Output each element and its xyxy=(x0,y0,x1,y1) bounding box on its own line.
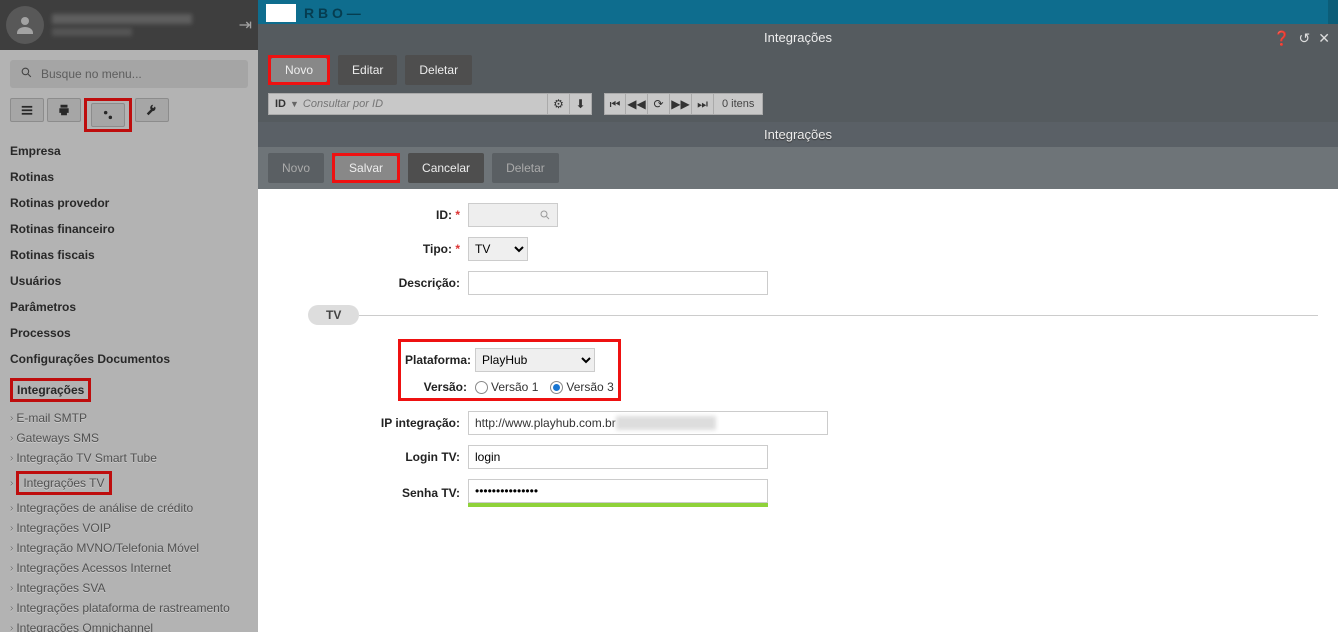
menu-search[interactable] xyxy=(10,60,248,88)
tipo-label: Tipo: * xyxy=(278,242,468,256)
senha-input[interactable] xyxy=(468,479,768,503)
chevron-right-icon: › xyxy=(10,433,13,444)
history-icon[interactable]: ↺ xyxy=(1299,30,1311,47)
highlight-plataforma-versao: Plataforma: PlayHub Versão: Versão 1 Ver… xyxy=(398,339,621,401)
brand-text: R B O — xyxy=(304,5,361,21)
sub-tv-smart-tube[interactable]: ›Integração TV Smart Tube xyxy=(0,448,258,468)
chevron-right-icon: › xyxy=(10,478,13,489)
sub-analise-credito[interactable]: ›Integrações de análise de crédito xyxy=(0,498,258,518)
chevron-right-icon: › xyxy=(10,413,13,424)
nav-usuarios[interactable]: Usuários xyxy=(0,268,258,294)
query-download-icon[interactable]: ⬇ xyxy=(570,93,592,115)
panel-title: Integrações xyxy=(258,24,1338,51)
senha-label: Senha TV: xyxy=(278,486,468,500)
panel-integracoes: Integrações ❓ ↺ ✕ Novo Editar Deletar ID… xyxy=(258,24,1338,632)
query-field-label: ID xyxy=(275,98,286,110)
chevron-right-icon: › xyxy=(10,583,13,594)
chevron-right-icon: › xyxy=(10,563,13,574)
password-strength-bar xyxy=(468,503,768,507)
chevron-right-icon: › xyxy=(10,603,13,614)
id-label: ID: * xyxy=(278,208,468,222)
menu-search-input[interactable] xyxy=(41,67,238,81)
versao-3-radio[interactable]: Versão 3 xyxy=(550,380,613,394)
nav-rotinas[interactable]: Rotinas xyxy=(0,164,258,190)
avatar xyxy=(6,6,44,44)
deletar-button[interactable]: Deletar xyxy=(405,55,472,85)
form-deletar-button: Deletar xyxy=(492,153,559,183)
quick-print-icon[interactable] xyxy=(47,98,81,122)
plataforma-select[interactable]: PlayHub xyxy=(475,348,595,372)
chevron-right-icon: › xyxy=(10,523,13,534)
search-icon xyxy=(20,66,33,82)
tipo-select[interactable]: TV xyxy=(468,237,528,261)
sub-rastreamento[interactable]: ›Integrações plataforma de rastreamento xyxy=(0,598,258,618)
search-icon xyxy=(539,209,551,221)
chevron-right-icon: › xyxy=(10,503,13,514)
quick-list-icon[interactable] xyxy=(10,98,44,122)
user-meta xyxy=(52,14,231,36)
query-settings-icon[interactable]: ⚙ xyxy=(548,93,570,115)
topbar: R B O — xyxy=(258,0,1338,26)
novo-button[interactable]: Novo xyxy=(271,58,327,82)
sub-integracoes-tv[interactable]: ›Integrações TV xyxy=(0,468,258,498)
login-label: Login TV: xyxy=(278,450,468,464)
nav-rotinas-fiscais[interactable]: Rotinas fiscais xyxy=(0,242,258,268)
nav-processos[interactable]: Processos xyxy=(0,320,258,346)
plataforma-label: Plataforma: xyxy=(405,353,475,367)
sub-sva[interactable]: ›Integrações SVA xyxy=(0,578,258,598)
form-salvar-button[interactable]: Salvar xyxy=(335,156,397,180)
brand-logo xyxy=(266,4,296,22)
form-panel: Integrações Novo Salvar Cancelar Deletar… xyxy=(258,122,1338,632)
chevron-down-icon: ▼ xyxy=(290,99,299,109)
login-input[interactable] xyxy=(468,445,768,469)
chevron-right-icon: › xyxy=(10,453,13,464)
sub-acessos-internet[interactable]: ›Integrações Acessos Internet xyxy=(0,558,258,578)
pager-next-icon[interactable]: ▶▶ xyxy=(670,93,692,115)
sub-omnichannel[interactable]: ›Integrações Omnichannel xyxy=(0,618,258,632)
logout-icon[interactable]: ⇥ xyxy=(239,15,252,35)
pager-last-icon[interactable]: ⏭ xyxy=(692,93,714,115)
nav-empresa[interactable]: Empresa xyxy=(0,138,258,164)
pager-first-icon[interactable]: ⏮ xyxy=(604,93,626,115)
sidebar: ⇥ Empresa Rotinas Rotinas provedor Rotin… xyxy=(0,0,258,632)
quick-settings-icon[interactable] xyxy=(91,103,125,127)
sub-voip[interactable]: ›Integrações VOIP xyxy=(0,518,258,538)
query-input[interactable] xyxy=(303,98,541,110)
nav-rotinas-provedor[interactable]: Rotinas provedor xyxy=(0,190,258,216)
versao-label: Versão: xyxy=(405,380,475,394)
id-field[interactable] xyxy=(468,203,558,227)
sidebar-header: ⇥ xyxy=(0,0,258,50)
sub-gateways-sms[interactable]: ›Gateways SMS xyxy=(0,428,258,448)
form-novo-button: Novo xyxy=(268,153,324,183)
tab-tv[interactable]: TV xyxy=(308,305,359,325)
pager-count: 0 itens xyxy=(714,93,763,115)
nav: Empresa Rotinas Rotinas provedor Rotinas… xyxy=(0,138,258,632)
sub-mvno[interactable]: ›Integração MVNO/Telefonia Móvel xyxy=(0,538,258,558)
ip-label: IP integração: xyxy=(278,416,468,430)
expand-icon[interactable]: ✕ xyxy=(1318,30,1330,47)
editar-button[interactable]: Editar xyxy=(338,55,397,85)
form-cancelar-button[interactable]: Cancelar xyxy=(408,153,484,183)
chevron-right-icon: › xyxy=(10,623,13,632)
nav-parametros[interactable]: Parâmetros xyxy=(0,294,258,320)
pager-prev-icon[interactable]: ◀◀ xyxy=(626,93,648,115)
versao-1-radio[interactable]: Versão 1 xyxy=(475,380,538,394)
pager-refresh-icon[interactable]: ⟳ xyxy=(648,93,670,115)
chevron-right-icon: › xyxy=(10,543,13,554)
nav-rotinas-financeiro[interactable]: Rotinas financeiro xyxy=(0,216,258,242)
form-title: Integrações xyxy=(258,122,1338,147)
nav-config-docs[interactable]: Configurações Documentos xyxy=(0,346,258,372)
help-icon[interactable]: ❓ xyxy=(1273,30,1290,47)
desc-label: Descrição: xyxy=(278,276,468,290)
ip-input[interactable]: http://www.playhub.com.br xyxy=(468,411,828,435)
sub-email-smtp[interactable]: ›E-mail SMTP xyxy=(0,408,258,428)
quick-tools-icon[interactable] xyxy=(135,98,169,122)
nav-integracoes[interactable]: Integrações xyxy=(0,372,258,408)
query-field[interactable]: ID ▼ xyxy=(268,93,548,115)
desc-input[interactable] xyxy=(468,271,768,295)
